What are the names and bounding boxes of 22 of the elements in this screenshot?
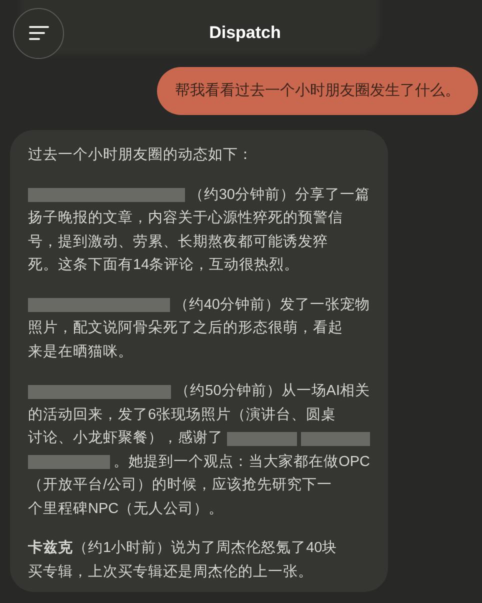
reply-text: 。她提到一个观点：当大家都在做OPC <box>114 452 370 472</box>
menu-button[interactable] <box>13 8 64 58</box>
reply-text: （约30分钟前）分享了一篇 <box>188 186 370 204</box>
reply-text: 号，提到激动、劳累、长期熬夜都可能诱发猝 <box>28 232 328 252</box>
reply-text: （开放平台/公司）的时候，应该抢先研究下一 <box>28 476 332 495</box>
blurred-name <box>300 432 370 446</box>
reply-text: （约50分钟前）从一场AI相关 <box>175 382 370 401</box>
reply-text: 个里程碑NPC（无人公司）。 <box>28 500 224 518</box>
blurred-name <box>227 432 296 446</box>
user-message: 帮我看看过去一个小时朋友圈发生了什么。 <box>157 67 478 115</box>
window-title: Dispatch <box>209 22 281 44</box>
reply-text: 死。这条下面有14条评论，互动很热烈。 <box>28 256 300 275</box>
reply-text: 来是在晒猫咪。 <box>28 342 133 362</box>
reply-text: 照片，配文说阿骨朵死了之后的形态很萌，看起 <box>28 318 343 338</box>
reply-text: 买专辑，上次买专辑还是周杰伦的上一张。 <box>28 562 313 582</box>
reply-text: （约40分钟前）发了一张宠物 <box>174 296 370 314</box>
reply-text: 过去一个小时朋友圈的动态如下： <box>28 146 253 165</box>
reply-text: 卡兹克（约1小时前）说为了周杰伦怒氪了40块 <box>28 538 338 558</box>
reply-text: 扬子晚报的文章，内容关于心源性猝死的预警信 <box>28 208 343 228</box>
reply-text: 的活动回来，发了6张现场照片（演讲台、圆桌 <box>28 406 336 424</box>
reply-text: 讨论、小龙虾聚餐），感谢了 <box>28 429 223 448</box>
menu-icon <box>28 25 48 41</box>
